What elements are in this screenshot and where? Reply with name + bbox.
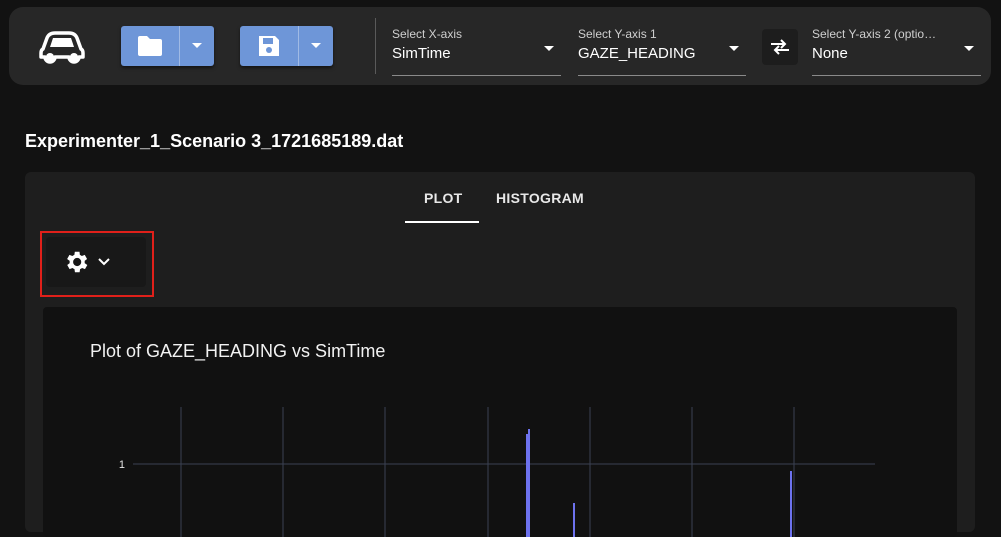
x-axis-select[interactable]: Select X-axis SimTime	[392, 25, 561, 76]
dropdown-arrow-icon	[544, 46, 554, 51]
chevron-down-icon	[192, 43, 202, 48]
save-file-button-group	[240, 26, 333, 66]
swap-arrows-icon	[771, 39, 789, 55]
folder-icon	[138, 36, 162, 56]
toolbar-divider	[375, 18, 376, 74]
x-axis-select-label: Select X-axis	[392, 27, 463, 41]
gear-icon	[67, 251, 88, 273]
chevron-down-icon	[311, 43, 321, 48]
data-spike	[526, 434, 528, 537]
dropdown-arrow-icon	[729, 46, 739, 51]
open-options-button[interactable]	[179, 26, 214, 66]
open-file-button[interactable]	[121, 26, 179, 66]
y-axis2-select[interactable]: Select Y-axis 2 (optio… None	[812, 25, 981, 76]
save-file-button[interactable]	[240, 26, 298, 66]
y-axis1-select-label: Select Y-axis 1	[578, 27, 657, 41]
floppy-disk-icon	[259, 36, 279, 56]
plot-canvas: 1	[119, 407, 875, 537]
tab-plot[interactable]: PLOT	[424, 190, 463, 206]
dropdown-arrow-icon	[964, 46, 974, 51]
plot-card: PLOT HISTOGRAM Plot of GAZE_HEADING vs S…	[25, 172, 975, 537]
y-axis1-select[interactable]: Select Y-axis 1 GAZE_HEADING	[578, 25, 746, 76]
y-axis2-select-value: None	[812, 45, 848, 62]
y-axis2-select-label: Select Y-axis 2 (optio…	[812, 27, 937, 41]
settings-dropdown-button[interactable]	[46, 237, 146, 287]
file-title: Experimenter_1_Scenario 3_1721685189.dat	[25, 131, 404, 151]
data-spike	[528, 429, 530, 537]
tab-histogram[interactable]: HISTOGRAM	[496, 190, 584, 206]
chevron-down-icon	[98, 258, 110, 266]
data-spike	[790, 471, 792, 537]
y-axis1-select-value: GAZE_HEADING	[578, 45, 696, 62]
swap-axes-button[interactable]	[762, 29, 798, 65]
active-tab-indicator	[405, 221, 479, 223]
save-options-button[interactable]	[298, 26, 333, 66]
data-spike	[573, 503, 575, 537]
top-toolbar: Select X-axis SimTime Select Y-axis 1 GA…	[9, 7, 991, 85]
x-axis-select-value: SimTime	[392, 45, 451, 62]
car-icon[interactable]	[37, 25, 87, 65]
plot-area[interactable]: Plot of GAZE_HEADING vs SimTime 1	[43, 307, 957, 537]
open-file-button-group	[121, 26, 214, 66]
settings-highlight-box	[40, 231, 154, 297]
y-tick-label: 1	[119, 459, 125, 471]
